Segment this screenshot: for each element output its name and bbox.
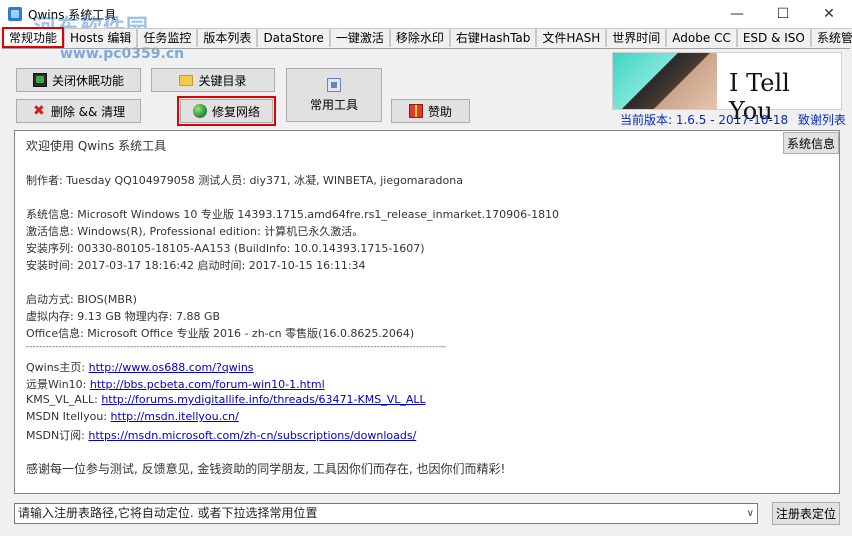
system-info-button[interactable]: 系统信息 [783,132,839,154]
hibernate-off-button[interactable]: 关闭休眠功能 [16,68,141,92]
globe-icon [192,104,207,118]
tab-remove-watermark[interactable]: 移除水印 [389,28,450,47]
version-info: 当前版本: 1.6.5 - 2017-10-18 致谢列表 [620,111,846,128]
serial-info: 安装序列: 00330-80105-18105-AA153 (BuildInfo… [26,242,425,255]
common-tools-button[interactable]: 常用工具 [286,68,382,122]
tab-file-hash[interactable]: 文件HASH [536,28,607,47]
link-row-msdn-subscriptions: MSDN订阅: https://msdn.microsoft.com/zh-cn… [26,427,416,443]
link-row-pcbeta: 远景Win10: http://bbs.pcbeta.com/forum-win… [26,376,325,392]
tab-hashtab[interactable]: 右键HashTab [449,28,537,47]
registry-path-placeholder: 请输入注册表路径,它将自动定位. 或者下拉选择常用位置 [18,506,318,520]
kms-link[interactable]: http://forums.mydigitallife.info/threads… [101,393,425,406]
close-button[interactable]: ✕ [806,0,852,28]
registry-path-combobox[interactable]: 请输入注册表路径,它将自动定位. 或者下拉选择常用位置 ∨ [14,503,758,524]
tab-task-monitor[interactable]: 任务监控 [137,28,198,47]
current-version: 当前版本: 1.6.5 - 2017-10-18 [620,113,789,127]
tab-esd-iso[interactable]: ESD & ISO [736,28,811,47]
app-icon [8,7,22,21]
delete-clean-button[interactable]: ✖ 删除 && 清理 [16,99,141,123]
tab-hosts[interactable]: Hosts 编辑 [64,28,138,47]
banner-photo [613,53,717,109]
registry-locate-button[interactable]: 注册表定位 [772,502,840,525]
tab-general[interactable]: 常规功能 [2,27,65,48]
pcbeta-link[interactable]: http://bbs.pcbeta.com/forum-win10-1.html [90,378,325,391]
minimize-button[interactable]: — [714,0,760,28]
author-text: 制作者: Tuesday QQ104979058 测试人员: diy371, 冰… [26,174,463,187]
maximize-button[interactable]: ☐ [760,0,806,28]
chevron-down-icon[interactable]: ∨ [747,504,754,523]
gift-icon [408,104,423,118]
activation-info: 激活信息: Windows(R), Professional edition: … [26,225,364,238]
delete-icon: ✖ [32,103,45,119]
install-time-info: 安装时间: 2017-03-17 18:16:42 启动时间: 2017-10-… [26,259,366,272]
donate-button[interactable]: 赞助 [391,99,470,123]
tab-datastore[interactable]: DataStore [257,28,330,47]
thanks-message: 感谢每一位参与测试, 反馈意见, 金钱资助的同学朋友, 工具因你们而存在, 也因… [26,462,506,476]
folder-icon [179,74,194,86]
link-row-qwins: Qwins主页: http://www.os688.com/?qwins [26,359,254,375]
link-label: 远景Win10: [26,378,90,391]
repair-network-label: 修复网络 [211,104,260,119]
msdn-itellyou-link[interactable]: http://msdn.itellyou.cn/ [111,410,239,423]
tab-version-list[interactable]: 版本列表 [197,28,258,47]
tab-adobe-cc[interactable]: Adobe CC [666,28,737,47]
hibernate-off-label: 关闭休眠功能 [51,73,124,88]
msdn-subscriptions-link[interactable]: https://msdn.microsoft.com/zh-cn/subscri… [88,429,416,442]
tab-world-time[interactable]: 世界时间 [606,28,667,47]
repair-network-button[interactable]: 修复网络 [177,96,276,126]
link-label: KMS_VL_ALL: [26,393,102,406]
link-row-kms: KMS_VL_ALL: http://forums.mydigitallife.… [26,393,426,406]
tab-bar: 常规功能 Hosts 编辑 任务监控 版本列表 DataStore 一键激活 移… [2,27,852,49]
link-label: Qwins主页: [26,361,89,374]
thanks-list-link[interactable]: 致谢列表 [798,113,846,127]
donate-label: 赞助 [427,104,452,119]
link-label: MSDN订阅: [26,429,89,442]
boot-info: 启动方式: BIOS(MBR) [26,293,137,306]
key-folders-button[interactable]: 关键目录 [151,68,275,92]
link-row-msdn-itellyou: MSDN Itellyou: http://msdn.itellyou.cn/ [26,410,239,423]
tab-activate[interactable]: 一键激活 [329,28,390,47]
tab-system-manage[interactable]: 系统管理 [810,28,852,47]
monitor-icon [32,73,47,87]
welcome-text: 欢迎使用 Qwins 系统工具 [26,139,167,153]
common-tools-label: 常用工具 [309,97,358,112]
key-folders-label: 关键目录 [198,73,247,88]
tools-icon [327,77,341,92]
office-info: Office信息: Microsoft Office 专业版 2016 - zh… [26,327,415,340]
delete-clean-label: 删除 && 清理 [50,104,126,119]
itellyou-banner[interactable]: I Tell You [612,52,842,125]
link-label: MSDN Itellyou: [26,410,111,423]
qwins-home-link[interactable]: http://www.os688.com/?qwins [89,361,254,374]
os-info: 系统信息: Microsoft Windows 10 专业版 14393.171… [26,208,560,221]
memory-info: 虚拟内存: 9.13 GB 物理内存: 7.88 GB [26,310,221,323]
separator-line: ----------------------------------------… [26,342,446,352]
